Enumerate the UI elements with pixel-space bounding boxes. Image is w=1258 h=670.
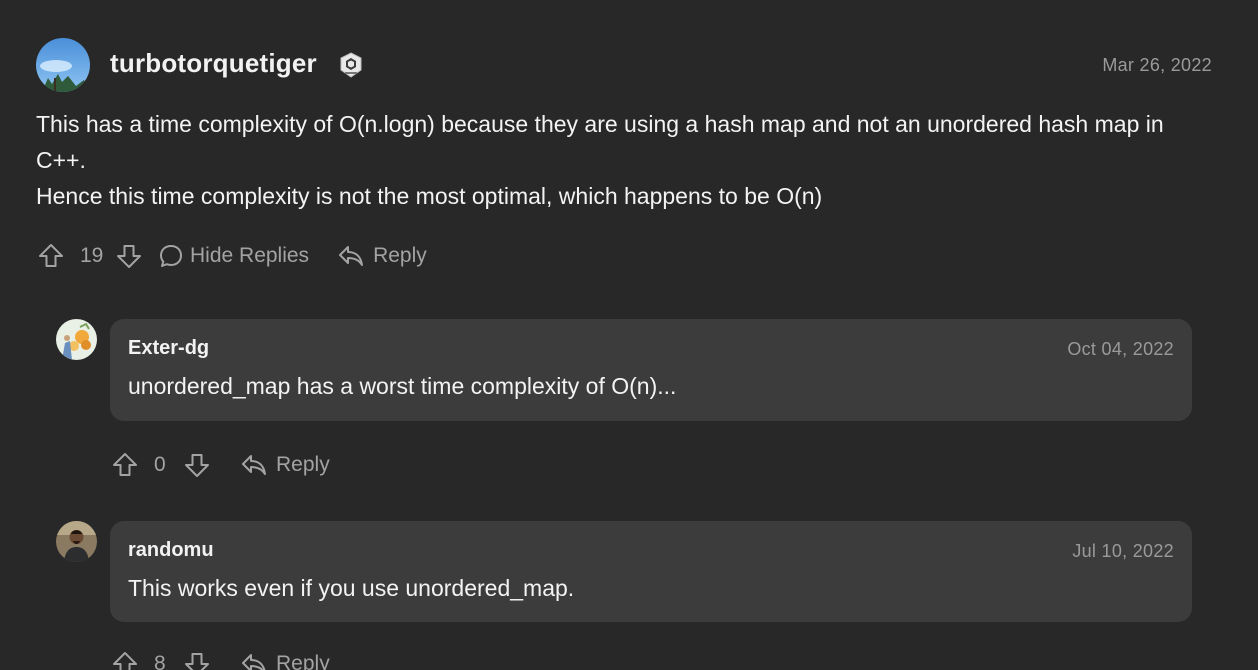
hide-replies-label: Hide Replies [190,244,310,267]
comment-date: Mar 26, 2022 [1102,55,1212,75]
discussion-thread: turbotorquetiger Mar 26, 2022 This has a… [0,0,1258,670]
reply-actions: 0 Reply [110,451,330,479]
vote-count: 19 [80,244,104,267]
comment-body: This has a time complexity of O(n.logn) … [36,106,1216,214]
comment-actions: 19 Hide Replies Reply [36,242,427,270]
comment-body-line: Hence this time complexity is not the mo… [36,183,823,209]
comment-body-line: This has a time complexity of O(n.logn) … [36,111,1164,173]
reply-text: unordered_map has a worst time complexit… [128,373,677,399]
reply-label: Reply [276,453,330,476]
reply-button[interactable]: Reply [337,243,427,269]
reply-label: Reply [373,244,427,267]
arrow-down-icon[interactable] [182,451,212,479]
reply-actions: 8 Reply [110,650,330,670]
reply-arrow-icon [240,651,268,670]
reply-card: randomu Jul 10, 2022 This works even if … [110,521,1192,622]
reply-username[interactable]: Exter-dg [128,337,209,360]
reply-card: Exter-dg Oct 04, 2022 unordered_map has … [110,319,1192,421]
avatar[interactable] [56,521,97,562]
knight-badge-icon[interactable] [339,52,363,78]
reply-label: Reply [276,652,330,670]
reply-text: This works even if you use unordered_map… [128,575,575,601]
comment-username[interactable]: turbotorquetiger [110,48,317,79]
vote-count: 8 [154,652,166,670]
avatar[interactable] [36,38,90,92]
reply-date: Jul 10, 2022 [1072,541,1174,561]
vote-count: 0 [154,453,166,476]
reply-date: Oct 04, 2022 [1067,339,1174,359]
arrow-up-icon[interactable] [110,650,140,670]
arrow-up-icon[interactable] [110,451,140,479]
reply-button[interactable]: Reply [240,452,330,478]
reply-button[interactable]: Reply [240,651,330,670]
hide-replies-button[interactable]: Hide Replies [158,243,309,269]
reply-username[interactable]: randomu [128,539,214,562]
arrow-up-icon[interactable] [36,242,66,270]
reply-arrow-icon [240,452,268,478]
comment-bubble-icon [158,243,184,269]
reply-arrow-icon [337,243,365,269]
avatar[interactable] [56,319,97,360]
arrow-down-icon[interactable] [182,650,212,670]
arrow-down-icon[interactable] [114,242,144,270]
